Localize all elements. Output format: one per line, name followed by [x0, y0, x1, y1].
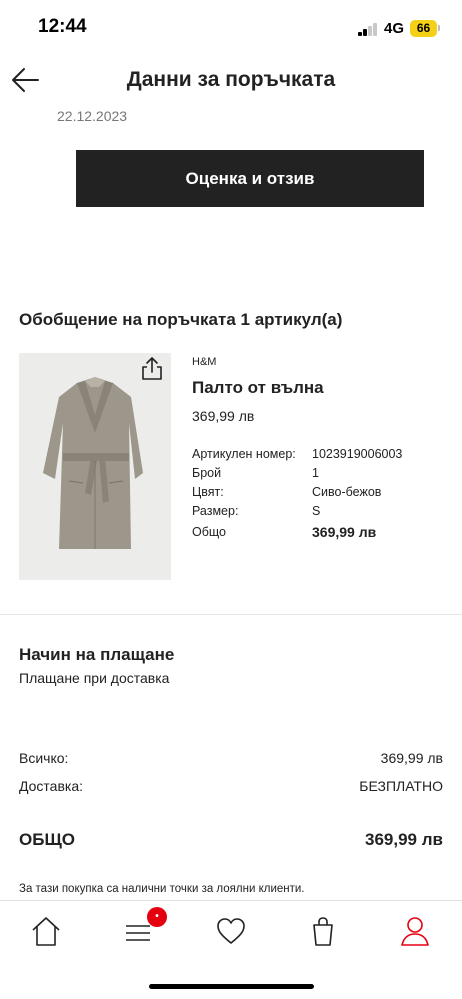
tab-home[interactable] — [26, 913, 66, 949]
signal-icon — [358, 22, 378, 36]
order-date: 22.12.2023 — [57, 108, 128, 124]
item-total-label: Общо — [192, 525, 226, 539]
nav-header: Данни за поръчката — [0, 58, 462, 108]
divider — [0, 614, 462, 615]
total-value: 369,99 лв — [365, 830, 443, 849]
article-number-value: 1023919006003 — [312, 447, 403, 461]
review-button[interactable]: Оценка и отзив — [76, 150, 424, 207]
loyalty-note: За тази покупка са налични точки за лоял… — [19, 883, 305, 895]
network-label: 4G — [384, 20, 405, 37]
payment-method-value: Плащане при доставка — [19, 670, 170, 686]
battery-tip — [438, 25, 440, 31]
status-bar: 12:44 4G 66 — [0, 0, 462, 58]
share-icon — [142, 357, 162, 380]
battery-icon: 66 — [410, 20, 437, 37]
tab-account[interactable] — [395, 913, 435, 949]
page-title: Данни за поръчката — [126, 68, 336, 91]
home-indicator — [149, 984, 314, 989]
item-total-value: 369,99 лв — [312, 524, 377, 540]
size-value: S — [312, 504, 321, 518]
size-label: Размер: — [192, 504, 239, 518]
tab-favourites[interactable] — [211, 913, 251, 949]
subtotal-value: 369,99 лв — [380, 750, 443, 766]
tab-bag[interactable] — [303, 913, 343, 949]
order-summary-title: Обобщение на поръчката 1 артикул(а) — [19, 310, 343, 329]
quantity-value: 1 — [312, 466, 319, 480]
menu-badge: • — [147, 907, 167, 927]
home-icon — [32, 917, 60, 946]
subtotal-label: Всичко: — [19, 750, 69, 766]
color-label: Цвят: — [192, 485, 224, 499]
color-value: Сиво-бежов — [312, 485, 382, 499]
total-label: ОБЩО — [19, 830, 75, 849]
delivery-label: Доставка: — [19, 778, 84, 794]
article-number-label: Артикулен номер: — [192, 447, 296, 461]
product-brand: H&M — [192, 356, 217, 368]
payment-method-title: Начин на плащане — [19, 645, 175, 664]
account-icon — [401, 917, 429, 946]
delivery-value: БЕЗПЛАТНО — [359, 778, 443, 794]
product-price: 369,99 лв — [192, 408, 255, 424]
quantity-label: Брой — [192, 466, 222, 480]
product-name[interactable]: Палто от вълна — [192, 378, 324, 398]
heart-icon — [217, 918, 245, 944]
share-button[interactable] — [138, 354, 166, 382]
coat-illustration — [19, 353, 171, 580]
product-image[interactable] — [19, 353, 171, 580]
shopping-bag-icon — [313, 917, 333, 946]
status-time: 12:44 — [38, 16, 87, 37]
